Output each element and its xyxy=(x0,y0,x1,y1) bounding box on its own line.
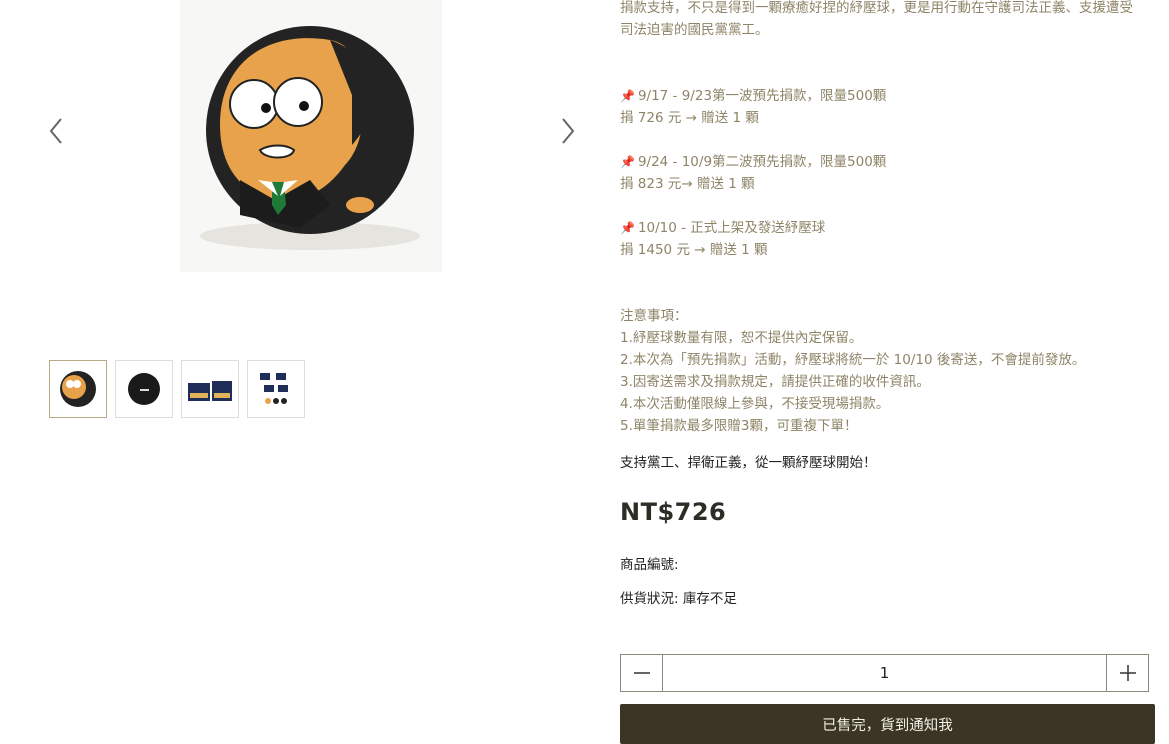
notes-section: 注意事項： 1.紓壓球數量有限，恕不提供內定保留。 2.本次為「預先捐款」活動，… xyxy=(620,305,1156,437)
note-item: 1.紓壓球數量有限，恕不提供內定保留。 xyxy=(620,330,863,346)
gallery-prev-button[interactable] xyxy=(46,116,66,146)
wave-2-detail: 捐 823 元→ 贈送 1 顆 xyxy=(620,176,755,192)
stress-ball-image xyxy=(200,26,420,250)
notify-when-available-button[interactable]: 已售完，貨到通知我 xyxy=(620,704,1155,744)
quantity-decrease-button[interactable] xyxy=(621,655,663,691)
black-ball-thumbnail-image xyxy=(128,373,160,405)
note-item: 3.因寄送需求及捐款規定，請提供正確的收件資訊。 xyxy=(620,374,930,390)
note-item: 5.單筆捐款最多限贈3顆，可重複下單！ xyxy=(620,418,858,434)
pin-icon: 📌 xyxy=(620,221,635,235)
thumbnail-black-ball[interactable] xyxy=(115,360,173,418)
thumbnail-set[interactable] xyxy=(247,360,305,418)
thumbnail-face-ball[interactable] xyxy=(49,360,107,418)
wave-3-title: 10/10 - 正式上架及發送紓壓球 xyxy=(637,220,826,236)
quantity-stepper xyxy=(620,654,1149,692)
quantity-increase-button[interactable] xyxy=(1106,655,1148,691)
description-intro: 捐款支持，不只是得到一顆療癒好捏的紓壓球，更是用行動在守護司法正義、支援遭受 司… xyxy=(620,0,1156,41)
thumbnail-boxes[interactable] xyxy=(181,360,239,418)
slogan-text: 支持黨工、捍衛正義，從一顆紓壓球開始！ xyxy=(620,455,877,471)
wave-1-detail: 捐 726 元 → 贈送 1 顆 xyxy=(620,110,759,126)
pin-icon: 📌 xyxy=(620,155,635,169)
wave-1-title: 9/17 - 9/23第一波預先捐款，限量500顆 xyxy=(637,88,887,104)
face-ball-thumbnail-image xyxy=(60,371,96,407)
notes-title: 注意事項： xyxy=(620,308,688,324)
pin-icon: 📌 xyxy=(620,89,635,103)
product-gallery xyxy=(0,0,600,742)
intro-line-1: 捐款支持，不只是得到一顆療癒好捏的紓壓球，更是用行動在守護司法正義、支援遭受 xyxy=(620,0,1133,16)
note-item: 4.本次活動僅限線上參與，不接受現場捐款。 xyxy=(620,396,890,412)
gallery-next-button[interactable] xyxy=(558,116,578,146)
wave-3-detail: 捐 1450 元 → 贈送 1 顆 xyxy=(620,242,768,258)
wave-2-title: 9/24 - 10/9第二波預先捐款，限量500顆 xyxy=(637,154,887,170)
wave-1: 📌 9/17 - 9/23第一波預先捐款，限量500顆 捐 726 元 → 贈送 … xyxy=(620,85,1156,129)
minus-icon xyxy=(633,672,650,674)
note-item: 2.本次為「預先捐款」活動，紓壓球將統一於 10/10 後寄送，不會提前發放。 xyxy=(620,352,1086,368)
wave-3: 📌 10/10 - 正式上架及發送紓壓球 捐 1450 元 → 贈送 1 顆 xyxy=(620,217,1156,261)
sku-label: 商品編號: xyxy=(620,557,679,573)
set-thumbnail-image xyxy=(260,373,288,404)
wave-2: 📌 9/24 - 10/9第二波預先捐款，限量500顆 捐 823 元→ 贈送 1… xyxy=(620,151,1156,195)
stock-status: 供貨狀況: 庫存不足 xyxy=(620,591,737,607)
chevron-left-icon xyxy=(49,118,62,144)
thumbnail-strip xyxy=(49,360,305,418)
boxes-thumbnail-image xyxy=(188,381,232,401)
product-price: NT$726 xyxy=(620,498,727,526)
intro-line-2: 司法迫害的國民黨黨工。 xyxy=(620,22,769,38)
chevron-right-icon xyxy=(562,118,575,144)
plus-icon xyxy=(1119,665,1136,681)
quantity-input[interactable] xyxy=(663,655,1106,691)
product-main-image xyxy=(180,0,442,272)
